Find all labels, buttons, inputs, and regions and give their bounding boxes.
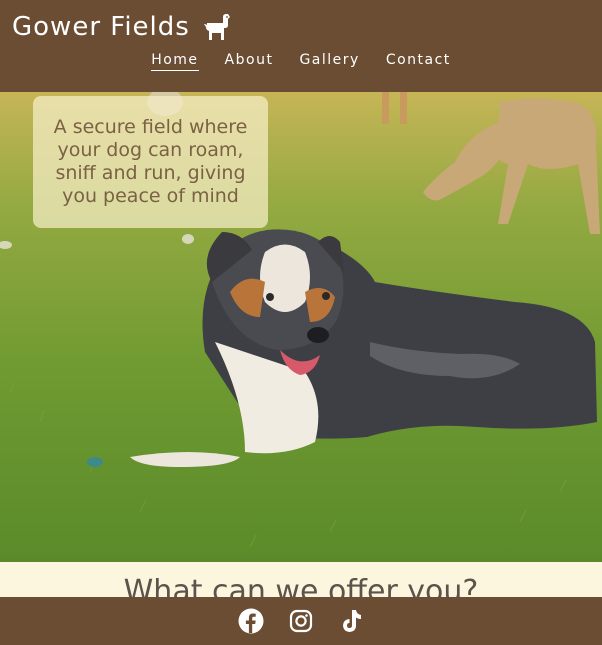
offer-heading: What can we offer you?	[123, 574, 479, 597]
site-footer	[0, 597, 602, 645]
main-nav: Home About Gallery Contact	[0, 52, 602, 71]
facebook-icon[interactable]	[237, 607, 265, 635]
hero-tagline: A secure field where your dog can roam, …	[33, 96, 268, 228]
nav-home[interactable]: Home	[151, 52, 199, 71]
tiktok-icon[interactable]	[337, 607, 365, 635]
instagram-icon[interactable]	[287, 607, 315, 635]
dog-icon	[203, 14, 230, 40]
nav-gallery[interactable]: Gallery	[299, 52, 359, 71]
brand[interactable]: Gower Fields	[12, 12, 232, 42]
nav-contact[interactable]: Contact	[386, 52, 451, 71]
offer-section: What can we offer you?	[0, 562, 602, 597]
site-title[interactable]: Gower Fields	[12, 12, 190, 42]
site-header: Gower Fields Home About Gallery Contact	[0, 0, 602, 92]
nav-about[interactable]: About	[225, 52, 274, 71]
hero-section: A secure field where your dog can roam, …	[0, 92, 602, 562]
